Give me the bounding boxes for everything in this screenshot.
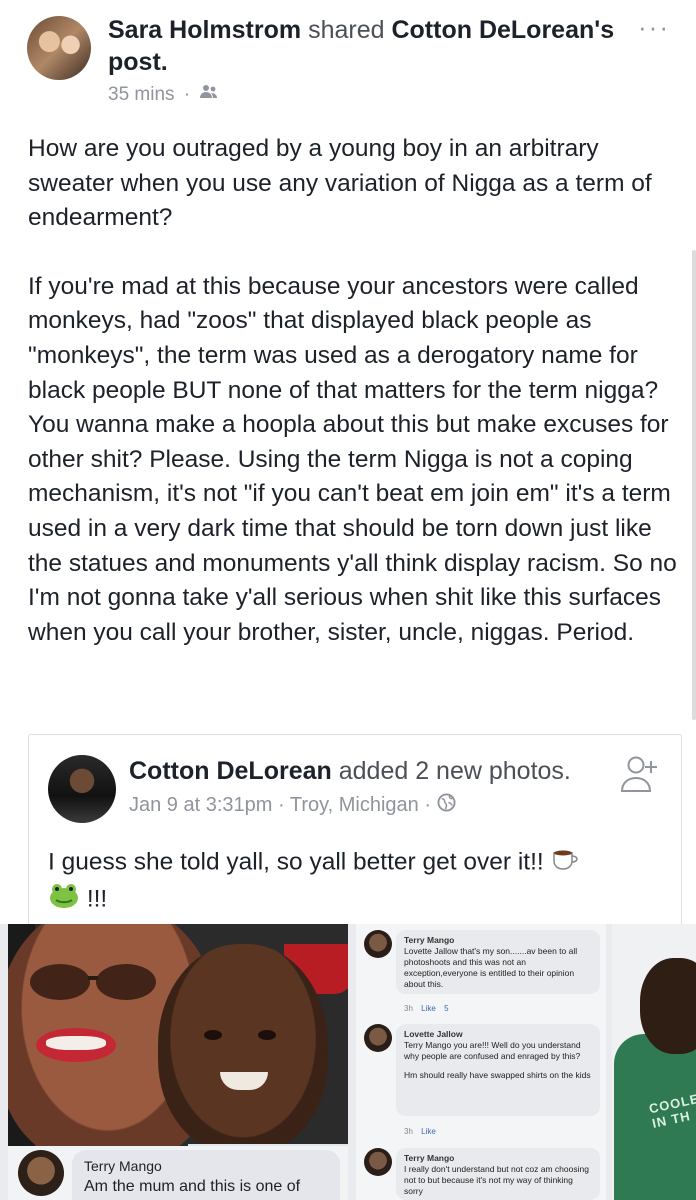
- comment-bubble: Terry Mango Lovette Jallow that's my son…: [396, 930, 600, 994]
- comment-author: Terry Mango: [404, 1153, 455, 1163]
- commenter-avatar: [364, 1024, 392, 1052]
- comment-bubble: Terry Mango Am the mum and this is one o…: [72, 1150, 340, 1200]
- comment-text: Am the mum and this is one of: [84, 1178, 301, 1195]
- shared-post-location[interactable]: Troy, Michigan: [290, 794, 419, 816]
- shared-photos[interactable]: Terry Mango Am the mum and this is one o…: [0, 924, 696, 1200]
- shared-text-trailing: !!!: [86, 885, 108, 913]
- commenter-avatar: [18, 1150, 64, 1196]
- meta-separator: ·: [278, 793, 285, 816]
- post-body: How are you outraged by a young boy in a…: [28, 132, 680, 650]
- people-icon[interactable]: [199, 84, 219, 106]
- post-link[interactable]: post.: [108, 48, 168, 76]
- comment-bubble: Lovette Jallow Terry Mango you are!!! We…: [396, 1024, 600, 1116]
- coffee-icon: [551, 845, 581, 881]
- comment-author: Lovette Jallow: [404, 1029, 463, 1039]
- shared-author-name[interactable]: Cotton DeLorean: [129, 757, 332, 785]
- shared-action: added 2 new photos.: [338, 757, 571, 785]
- boy-face: [158, 944, 328, 1154]
- photo-comment-row: Terry Mango Am the mum and this is one o…: [8, 1146, 348, 1200]
- commenter-avatar: [364, 1148, 392, 1176]
- comment-text: Lovette Jallow that's my son.......av be…: [404, 946, 578, 989]
- globe-icon[interactable]: [437, 793, 456, 818]
- frog-icon: [48, 881, 80, 919]
- shared-post-date[interactable]: Jan 9 at 3:31pm: [129, 794, 272, 816]
- add-friend-icon[interactable]: [619, 753, 663, 802]
- commenter-avatar: [364, 930, 392, 958]
- mother-teeth: [46, 1036, 106, 1050]
- shared-post-card[interactable]: Cotton DeLorean added 2 new photos. Jan …: [28, 734, 682, 925]
- comment-bubble: Terry Mango I really don't understand bu…: [396, 1148, 600, 1200]
- shared-verb: shared: [308, 16, 385, 44]
- shared-post-text: I guess she told yall, so yall better ge…: [48, 845, 648, 919]
- comment-time: 3h: [404, 1127, 413, 1136]
- comment-actions: 3h Like: [404, 1127, 436, 1136]
- post-paragraph-1: How are you outraged by a young boy in a…: [28, 135, 652, 232]
- comment-like: Like: [421, 1004, 436, 1013]
- photo-boy-in-hoodie[interactable]: COOLEST IN TH: [612, 924, 696, 1200]
- comment-text: Terry Mango you are!!! Well do you under…: [404, 1040, 581, 1061]
- post-header: Sara Holmstrom shared Cotton DeLorean's …: [0, 0, 696, 120]
- comment-time: 3h: [404, 1004, 413, 1013]
- post-meta: 35 mins ·: [108, 84, 219, 106]
- shared-post-header: Cotton DeLorean added 2 new photos.: [129, 757, 571, 786]
- shared-author-avatar[interactable]: [48, 755, 116, 823]
- post-time[interactable]: 35 mins: [108, 84, 175, 105]
- comment-author: Terry Mango: [84, 1158, 162, 1174]
- comment-actions: 3h Like 5: [404, 1004, 449, 1013]
- reaction-count: 5: [444, 1004, 449, 1013]
- boy-eye: [258, 1030, 276, 1040]
- sunglasses-graphic: [30, 964, 156, 1000]
- shared-text: I guess she told yall, so yall better ge…: [48, 848, 544, 876]
- photo-comment-screenshot[interactable]: Terry Mango Lovette Jallow that's my son…: [356, 924, 606, 1200]
- more-options-button[interactable]: ···: [638, 12, 670, 43]
- comment-author: Terry Mango: [404, 935, 455, 945]
- meta-separator: ·: [183, 84, 191, 106]
- shared-post-meta: Jan 9 at 3:31pm · Troy, Michigan ·: [129, 793, 456, 818]
- scrollbar[interactable]: [692, 250, 696, 720]
- original-author-link[interactable]: Cotton DeLorean's: [391, 16, 614, 44]
- post-header-line: Sara Holmstrom shared Cotton DeLorean's …: [108, 14, 628, 78]
- post-paragraph-2: If you're mad at this because your ances…: [28, 272, 677, 646]
- comment-text-2: Hm should really have swapped shirts on …: [404, 1070, 591, 1080]
- child-face: [640, 958, 696, 1054]
- sharer-avatar[interactable]: [27, 16, 91, 80]
- boy-eye: [204, 1030, 222, 1040]
- comment-like: Like: [421, 1127, 436, 1136]
- meta-separator: ·: [424, 793, 432, 816]
- comment-text: I really don't understand but not coz am…: [404, 1164, 589, 1196]
- sharer-name[interactable]: Sara Holmstrom: [108, 16, 301, 44]
